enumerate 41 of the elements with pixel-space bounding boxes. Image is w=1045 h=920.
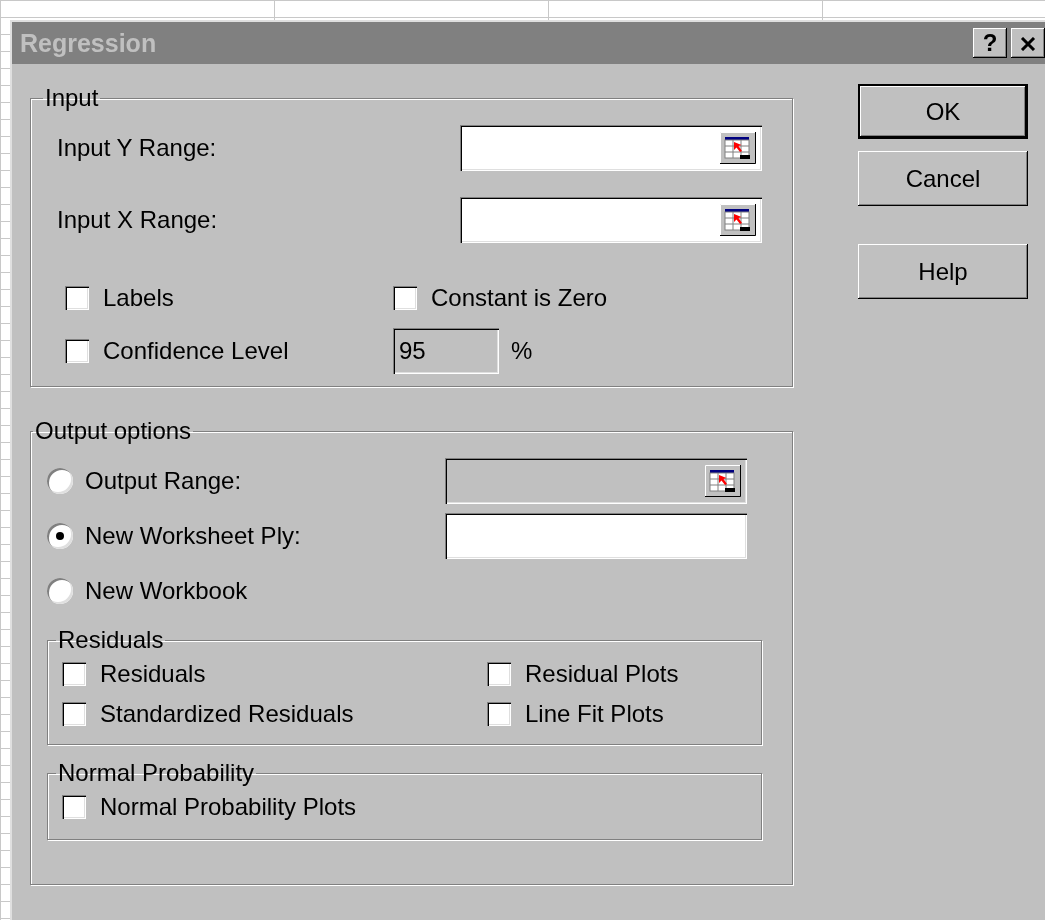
checkbox[interactable] bbox=[62, 662, 86, 686]
range-picker-icon[interactable] bbox=[720, 132, 756, 164]
radio-label[interactable]: New Workbook bbox=[85, 576, 248, 605]
checkbox[interactable] bbox=[65, 339, 89, 363]
checkbox-label[interactable]: Labels bbox=[103, 284, 174, 312]
window-title: Regression bbox=[20, 28, 158, 58]
group-title: Residuals bbox=[57, 626, 165, 654]
checkbox-label[interactable]: Residual Plots bbox=[525, 660, 679, 688]
percent-label: % bbox=[511, 337, 533, 365]
group-title: Normal Probability bbox=[57, 759, 256, 787]
dialog-button[interactable]: Cancel bbox=[858, 151, 1028, 206]
checkbox-label[interactable]: Constant is Zero bbox=[431, 284, 608, 312]
checkbox[interactable] bbox=[65, 286, 89, 310]
close-button[interactable] bbox=[1011, 28, 1045, 58]
range-picker-icon[interactable] bbox=[720, 204, 756, 236]
group-title: Output options bbox=[34, 417, 193, 445]
checkbox[interactable] bbox=[62, 795, 86, 819]
checkbox-label[interactable]: Confidence Level bbox=[103, 337, 289, 365]
checkbox-label[interactable]: Normal Probability Plots bbox=[100, 793, 357, 821]
dialog-button[interactable]: OK bbox=[858, 84, 1028, 139]
radio-button[interactable] bbox=[47, 467, 73, 494]
radio-button[interactable] bbox=[47, 522, 73, 549]
range-field[interactable] bbox=[460, 197, 762, 243]
close-icon bbox=[1020, 37, 1036, 51]
radio-label[interactable]: Output Range: bbox=[85, 466, 242, 495]
range-field[interactable] bbox=[445, 512, 747, 559]
help-button[interactable]: ? bbox=[973, 28, 1007, 58]
field-label: Input Y Range: bbox=[57, 134, 218, 162]
dialog-button[interactable]: Help bbox=[858, 244, 1028, 299]
checkbox-label[interactable]: Standardized Residuals bbox=[100, 700, 354, 728]
checkbox[interactable] bbox=[62, 702, 86, 726]
radio-button[interactable] bbox=[47, 577, 73, 604]
checkbox[interactable] bbox=[487, 702, 511, 726]
checkbox[interactable] bbox=[487, 662, 511, 686]
group-title: Input bbox=[44, 84, 100, 112]
field-label: Input X Range: bbox=[57, 206, 219, 234]
checkbox-label[interactable]: Line Fit Plots bbox=[525, 700, 664, 728]
radio-label[interactable]: New Worksheet Ply: bbox=[85, 521, 301, 550]
checkbox[interactable] bbox=[393, 286, 417, 310]
range-field[interactable] bbox=[460, 125, 762, 171]
checkbox-label[interactable]: Residuals bbox=[100, 660, 206, 688]
